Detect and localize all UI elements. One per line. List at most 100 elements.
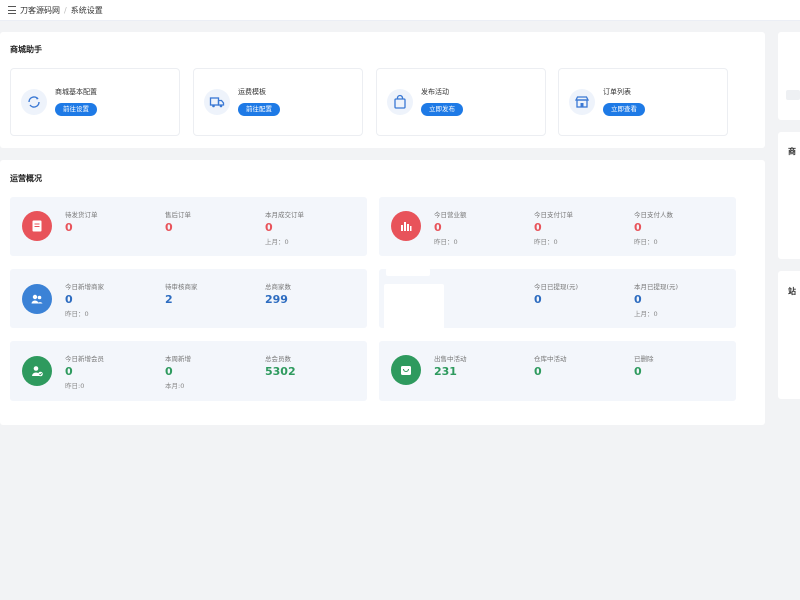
merchants-panel: 今日新增商家 0 昨日：0 待审核商家 2 总商家数 299 [10,269,367,328]
operations-card-title: 运营概况 [10,174,42,183]
stat-total-merchants[interactable]: 总商家数 299 [265,281,291,306]
stat-value: 231 [434,365,457,378]
stat-label: 待发货订单 [65,211,98,219]
truck-icon [204,89,230,115]
stat-sub: 昨日:0 [65,382,85,390]
side-card-title: 站 [788,287,796,296]
stat-total-members[interactable]: 总会员数 5302 [265,353,296,378]
stat-label: 出售中活动 [434,355,467,363]
stat-sub: 本月:0 [165,382,185,390]
shop-icon [569,89,595,115]
side-card-bottom: 站 [778,271,800,399]
stat-sub: 昨日：0 [65,310,89,318]
stat-value: 0 [534,221,542,234]
stat-value: 0 [634,221,642,234]
stat-label: 今日已提现(元) [534,283,579,291]
stat-value: 0 [434,221,442,234]
stat-label: 总会员数 [265,355,291,363]
orders-panel: 待发货订单 0 售后订单 0 本月成交订单 0 上月：0 [10,197,367,256]
redacted-area [384,284,444,332]
bag-icon [387,89,413,115]
refresh-icon [21,89,47,115]
stat-label: 本月成交订单 [265,211,304,219]
helper-item-order-list: 订单列表 立即查看 [558,68,728,136]
go-configure-button[interactable]: 前往配置 [238,103,280,116]
bar-chart-icon [391,211,421,241]
stat-value: 0 [65,221,73,234]
stat-sub: 上月：0 [634,310,658,318]
side-card-middle: 商 [778,132,800,259]
helper-item-label: 发布活动 [421,88,449,96]
stat-activities-in-warehouse[interactable]: 仓库中活动 0 [534,353,567,378]
stat-label: 本周新增 [165,355,191,363]
helper-item-shipping-template: 运费模板 前往配置 [193,68,363,136]
helper-item-publish-activity: 发布活动 立即发布 [376,68,546,136]
breadcrumb-home[interactable]: 刀客源码网 [20,5,60,16]
stat-value: 0 [534,365,542,378]
helper-item-label: 运费模板 [238,88,266,96]
stat-label: 今日支付订单 [534,211,573,219]
stat-value: 0 [65,293,73,306]
members-panel: 今日新增会员 0 昨日:0 本周新增 0 本月:0 总会员数 5302 [10,341,367,401]
stat-after-sales[interactable]: 售后订单 0 [165,209,191,234]
stat-label: 总商家数 [265,283,291,291]
stat-value: 0 [165,221,173,234]
view-now-button[interactable]: 立即查看 [603,103,645,116]
helper-item-label: 订单列表 [603,88,631,96]
stat-value: 299 [265,293,288,306]
stat-value: 2 [165,293,173,306]
stat-sub: 上月：0 [265,238,289,246]
stat-activities-deleted[interactable]: 已删除 0 [634,353,654,378]
redacted-area [386,268,430,276]
stat-month-withdrawn[interactable]: 本月已提现(元) 0 上月：0 [634,281,678,318]
breadcrumb-current: 系统设置 [70,5,103,15]
stat-value: 0 [265,221,273,234]
stat-value: 0 [634,293,642,306]
stat-pending-review-merchants[interactable]: 待审核商家 2 [165,281,198,306]
stat-today-revenue[interactable]: 今日营业额 0 昨日：0 [434,209,467,246]
shopping-bag-icon [391,355,421,385]
stat-label: 今日营业额 [434,211,467,219]
stat-label: 本月已提现(元) [634,283,679,291]
side-card-placeholder [786,90,800,100]
helper-card-title: 商城助手 [10,45,42,54]
stat-label: 今日支付人数 [634,211,673,219]
menu-icon[interactable] [8,6,16,14]
helper-item-shop-config: 商城基本配置 前往设置 [10,68,180,136]
stat-label: 今日新增商家 [65,283,104,291]
stat-value: 5302 [265,365,296,378]
stat-monthly-deals[interactable]: 本月成交订单 0 上月：0 [265,209,304,246]
stat-label: 今日新增会员 [65,355,104,363]
stat-sub: 昨日：0 [434,238,458,246]
stat-value: 0 [534,293,542,306]
stat-label: 待审核商家 [165,283,198,291]
stat-value: 0 [165,365,173,378]
stat-value: 0 [65,365,73,378]
helper-item-label: 商城基本配置 [55,88,97,96]
side-card-top [778,32,800,120]
document-icon [22,211,52,241]
stat-pending-shipment[interactable]: 待发货订单 0 [65,209,98,234]
side-card-title: 商 [788,147,796,156]
stat-new-merchants[interactable]: 今日新增商家 0 昨日：0 [65,281,104,318]
stat-sub: 昨日：0 [634,238,658,246]
stat-label: 售后订单 [165,211,191,219]
publish-now-button[interactable]: 立即发布 [421,103,463,116]
stat-value: 0 [634,365,642,378]
activities-panel: 出售中活动 231 仓库中活动 0 已删除 0 [379,341,736,401]
stat-new-members[interactable]: 今日新增会员 0 昨日:0 [65,353,104,390]
revenue-panel: 今日营业额 0 昨日：0 今日支付订单 0 昨日：0 今日支付人数 0 昨日：0 [379,197,736,256]
stat-today-paid-orders[interactable]: 今日支付订单 0 昨日：0 [534,209,573,246]
stat-sub: 昨日：0 [534,238,558,246]
top-bar: 刀客源码网 / 系统设置 [0,0,800,21]
stat-weekly-new-members[interactable]: 本周新增 0 本月:0 [165,353,191,390]
go-settings-button[interactable]: 前往设置 [55,103,97,116]
stat-today-payers[interactable]: 今日支付人数 0 昨日：0 [634,209,673,246]
users-icon [22,284,52,314]
stat-activities-on-sale[interactable]: 出售中活动 231 [434,353,467,378]
stat-today-withdrawn[interactable]: 今日已提现(元) 0 [534,281,578,306]
user-check-icon [22,356,52,386]
stat-label: 仓库中活动 [534,355,567,363]
stat-label: 已删除 [634,355,654,363]
breadcrumb-separator: / [64,5,67,15]
